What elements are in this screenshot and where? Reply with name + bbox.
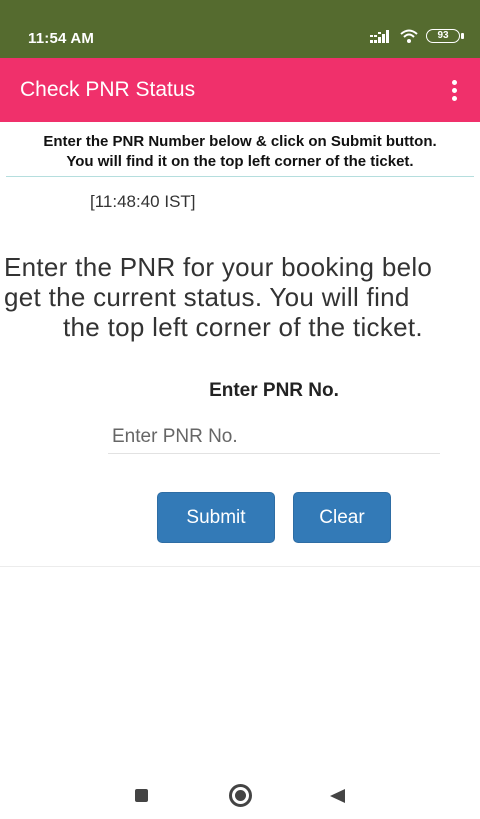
battery-icon: 93: [426, 29, 464, 43]
menu-dot: [451, 79, 457, 85]
app-bar: Check PNR Status: [0, 58, 480, 122]
message-line-1: Enter the PNR for your booking belo: [4, 252, 433, 282]
home-icon-inner: [235, 790, 246, 801]
message-line-3: the top left corner of the ticket.: [63, 312, 423, 342]
menu-dot: [451, 87, 457, 93]
status-time: 11:54 AM: [28, 30, 95, 47]
pnr-input[interactable]: [108, 420, 440, 454]
divider: [6, 176, 474, 177]
signal-icon: [370, 30, 389, 43]
pnr-field-label: Enter PNR No.: [209, 380, 339, 401]
instructions-line-2: You will find it on the top left corner …: [66, 153, 414, 170]
battery-level: 93: [437, 30, 449, 41]
instructions: Enter the PNR Number below & click on Su…: [0, 132, 480, 172]
clear-button[interactable]: Clear: [293, 492, 391, 543]
instructions-line-1: Enter the PNR Number below & click on Su…: [43, 133, 437, 150]
message-line-2: get the current status. You will find: [4, 282, 410, 312]
battery-tip: [461, 33, 464, 39]
system-nav-bar: [0, 770, 480, 819]
divider: [0, 566, 480, 567]
timestamp: [11:48:40 IST]: [90, 192, 196, 211]
page-title: Check PNR Status: [20, 78, 196, 101]
more-vert-icon[interactable]: [440, 74, 468, 106]
booking-message: Enter the PNR for your booking belo get …: [0, 250, 480, 350]
recent-apps-icon[interactable]: [135, 789, 148, 802]
menu-dot: [451, 95, 457, 101]
submit-button[interactable]: Submit: [157, 492, 275, 543]
back-icon[interactable]: [330, 789, 345, 803]
status-icons: 93: [370, 29, 464, 43]
home-icon[interactable]: [229, 784, 252, 807]
status-bar: 11:54 AM 93: [0, 0, 480, 58]
wifi-icon: [400, 29, 418, 43]
